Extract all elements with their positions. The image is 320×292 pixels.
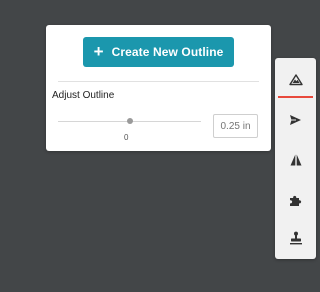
plus-icon: + [93,41,104,61]
toolbar-item-mirror[interactable] [275,142,316,178]
slider-value: 0 [124,133,129,142]
puzzle-icon [290,195,302,206]
toolbar-item-send[interactable] [275,102,316,138]
slider-thumb[interactable] [126,118,133,124]
stamp-icon [289,231,302,245]
outline-size-input[interactable] [213,114,258,138]
create-button-label: Create New Outline [111,45,224,59]
create-new-outline-button[interactable]: + Create New Outline [83,37,234,67]
divider [58,81,259,82]
adjust-outline-label: Adjust Outline [52,90,115,101]
toolbar-item-puzzle[interactable] [275,182,316,218]
outline-icon [288,74,303,86]
right-toolbar [275,58,316,259]
outline-panel: + Create New Outline Adjust Outline 0 [46,25,271,151]
mirror-icon [290,154,301,166]
toolbar-item-outline[interactable] [275,62,316,98]
send-icon [290,115,301,125]
toolbar-item-stamp[interactable] [275,220,316,256]
adjust-outline-slider[interactable] [58,113,201,127]
